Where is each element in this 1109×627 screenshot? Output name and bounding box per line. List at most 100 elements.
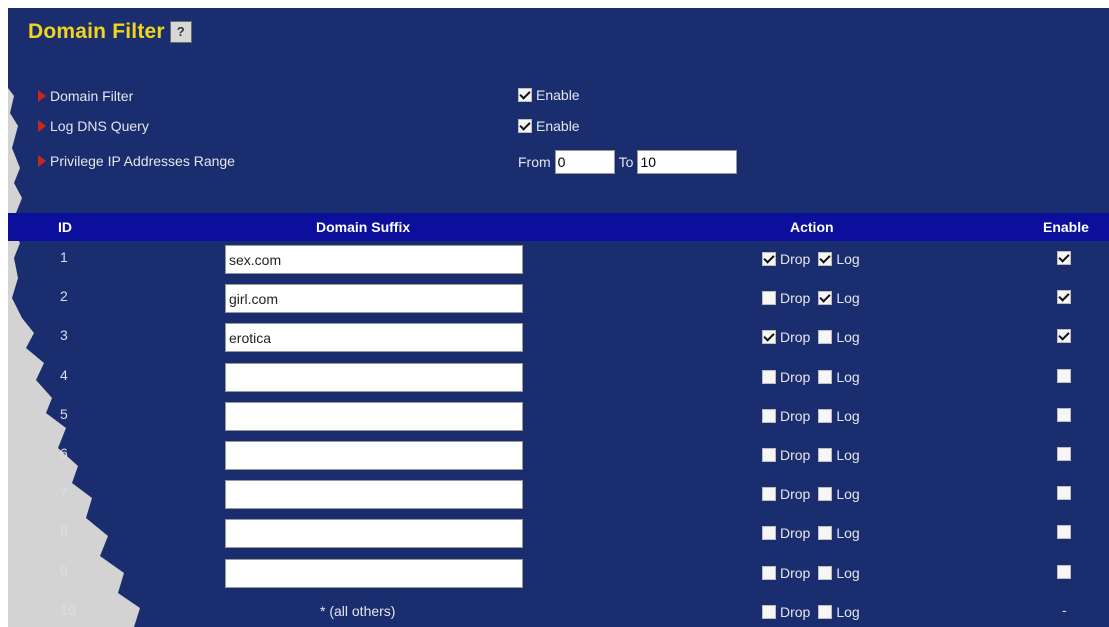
row-id: 10 (60, 601, 76, 618)
log-label: Log (836, 407, 860, 424)
log-checkbox[interactable] (818, 330, 833, 345)
enable-label: Enable (536, 87, 580, 103)
enable-label: Enable (536, 118, 580, 134)
drop-label: Drop (780, 407, 811, 424)
action-cell: Drop Log (762, 369, 868, 385)
drop-checkbox[interactable] (762, 487, 776, 502)
drop-checkbox[interactable] (762, 330, 776, 345)
log-checkbox[interactable] (818, 526, 833, 541)
row-id: 2 (60, 288, 68, 305)
row-enable-checkbox[interactable] (1057, 446, 1071, 461)
row-enable-checkbox[interactable] (1057, 329, 1071, 344)
action-cell: Drop Log (762, 525, 868, 541)
drop-label: Drop (780, 290, 811, 307)
option-label: Domain Filter (50, 88, 134, 104)
log-checkbox[interactable] (818, 408, 833, 423)
domain-suffix-input[interactable] (225, 401, 523, 431)
action-cell: Drop Log (762, 251, 868, 267)
ip-range-to-input[interactable] (637, 150, 738, 174)
log-checkbox[interactable] (818, 291, 833, 306)
row-enable-checkbox[interactable] (1057, 290, 1071, 305)
drop-checkbox[interactable] (762, 565, 776, 580)
bullet-arrow-icon (38, 90, 46, 102)
log-checkbox[interactable] (818, 565, 833, 580)
action-cell: Drop Log (762, 486, 868, 502)
domain-filter-enable-control: Enable (518, 84, 580, 106)
drop-label: Drop (780, 329, 811, 346)
row-enable-checkbox[interactable] (1057, 525, 1071, 540)
log-checkbox[interactable] (818, 447, 833, 462)
domain-suffix-input[interactable] (225, 284, 523, 314)
row-enable-checkbox[interactable] (1057, 407, 1071, 422)
action-cell: Drop Log (762, 565, 868, 581)
drop-checkbox[interactable] (762, 604, 776, 619)
drop-label: Drop (780, 564, 811, 581)
table-body: 1 Drop Log 2 Drop Log 3 Drop Log 4 Drop Log 5 Drop Log… (8, 241, 1109, 627)
option-domain-filter: Domain Filter (38, 86, 133, 106)
drop-label: Drop (780, 603, 811, 620)
drop-checkbox[interactable] (762, 408, 776, 423)
row-enable-checkbox[interactable] (1057, 564, 1071, 579)
log-dns-query-enable-checkbox[interactable] (518, 119, 532, 133)
table-row: 10 * (all others) Drop Log - (8, 594, 1109, 627)
action-cell: Drop Log (762, 408, 868, 424)
domain-suffix-input[interactable] (225, 519, 523, 549)
option-log-dns-query: Log DNS Query (38, 116, 149, 136)
table-row: 7 Drop Log (8, 476, 1109, 515)
drop-checkbox[interactable] (762, 369, 776, 384)
log-label: Log (836, 486, 860, 503)
table-header: ID Domain Suffix Action Enable (8, 213, 1109, 241)
drop-checkbox[interactable] (762, 252, 776, 266)
drop-label: Drop (780, 368, 811, 385)
log-label: Log (836, 290, 860, 307)
row-id: 5 (60, 405, 68, 422)
domain-suffix-input[interactable] (225, 245, 523, 274)
table-row: 8 Drop Log (8, 515, 1109, 554)
log-checkbox[interactable] (818, 369, 833, 384)
drop-checkbox[interactable] (762, 291, 776, 306)
table-row: 1 Drop Log (8, 241, 1109, 280)
domain-filter-panel: Domain Filter ? Domain Filter Enable Log… (8, 8, 1109, 627)
log-checkbox[interactable] (818, 487, 833, 502)
domain-filter-enable-checkbox[interactable] (518, 88, 532, 102)
row-enable-checkbox[interactable] (1057, 486, 1071, 501)
domain-suffix-input[interactable] (225, 558, 523, 588)
page-title-text: Domain Filter (28, 20, 165, 43)
log-label: Log (836, 525, 860, 542)
drop-checkbox[interactable] (762, 447, 776, 462)
domain-suffix-input[interactable] (225, 362, 523, 392)
bullet-arrow-icon (38, 155, 46, 167)
header-action: Action (790, 219, 834, 235)
drop-label: Drop (780, 486, 811, 503)
row-id: 7 (60, 484, 68, 501)
action-cell: Drop Log (762, 329, 868, 345)
domain-suffix-input[interactable] (225, 440, 523, 470)
help-icon[interactable]: ? (169, 21, 192, 43)
domain-suffix-input[interactable] (225, 480, 523, 510)
row-id: 6 (60, 444, 68, 461)
log-checkbox[interactable] (818, 604, 833, 619)
drop-checkbox[interactable] (762, 526, 776, 541)
drop-label: Drop (780, 525, 811, 542)
table-row: 5 Drop Log (8, 398, 1109, 437)
row-enable-checkbox[interactable] (1057, 251, 1071, 265)
log-checkbox[interactable] (818, 252, 833, 266)
option-privilege-ip-range: Privilege IP Addresses Range (38, 151, 235, 171)
enable-dash: - (1062, 601, 1067, 618)
from-label: From (518, 154, 551, 170)
bullet-arrow-icon (38, 120, 46, 132)
log-dns-enable-control: Enable (518, 115, 580, 137)
row-id: 4 (60, 366, 68, 383)
row-id: 3 (60, 327, 68, 344)
log-label: Log (836, 564, 860, 581)
domain-suffix-input[interactable] (225, 323, 523, 353)
log-label: Log (836, 368, 860, 385)
action-cell: Drop Log (762, 604, 868, 620)
log-label: Log (836, 446, 860, 463)
ip-range-control: From To (518, 147, 741, 177)
ip-range-from-input[interactable] (554, 150, 615, 174)
row-enable-checkbox[interactable] (1057, 368, 1071, 383)
action-cell: Drop Log (762, 290, 868, 306)
header-enable: Enable (1043, 219, 1089, 235)
drop-label: Drop (780, 251, 811, 267)
